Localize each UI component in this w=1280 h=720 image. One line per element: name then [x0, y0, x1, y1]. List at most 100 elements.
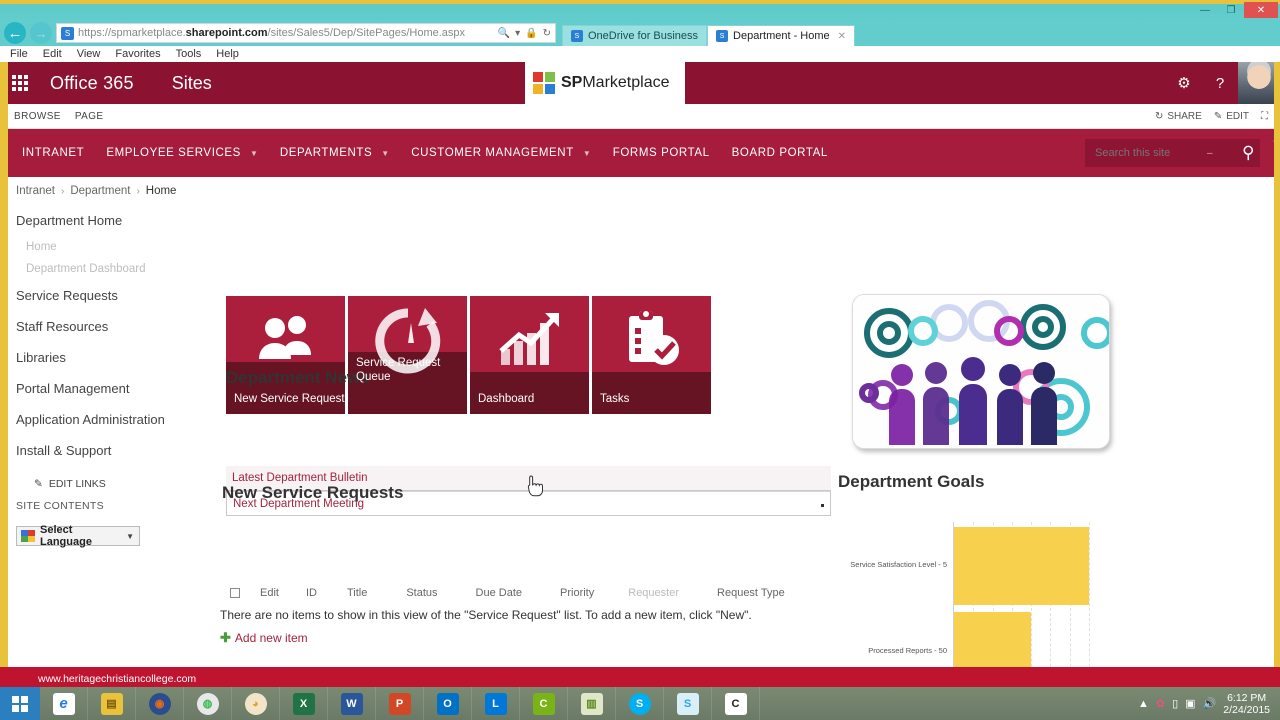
tile-service-request-queue[interactable]: Service Request Queue: [348, 296, 467, 414]
tile-tasks[interactable]: Tasks: [592, 296, 711, 414]
restore-button[interactable]: ❐: [1218, 2, 1244, 18]
taskbar-app-internet-explorer[interactable]: e: [40, 687, 88, 720]
menu-edit[interactable]: Edit: [43, 48, 62, 60]
menu-favorites[interactable]: Favorites: [115, 48, 160, 60]
forward-icon[interactable]: →: [30, 22, 52, 44]
windows-taskbar: e ▤ ◉ ◍ ◕ X W P O L C ▥ S S C ▲ ✿ ▯ ▣ 🔊 …: [0, 687, 1280, 720]
menu-file[interactable]: File: [10, 48, 28, 60]
nav-item-departments[interactable]: DEPARTMENTS: [280, 147, 372, 159]
search-icon[interactable]: ⚲: [1242, 143, 1254, 163]
pinwheel-icon: [533, 72, 555, 94]
edit-links-button[interactable]: ✎ EDIT LINKS: [8, 466, 213, 494]
chevron-down-icon[interactable]: ▼: [126, 532, 134, 541]
share-button[interactable]: ↻ SHARE: [1155, 111, 1202, 122]
column-edit[interactable]: Edit: [260, 587, 279, 599]
url-bar[interactable]: S https://spmarketplace.sharepoint.com/s…: [56, 23, 556, 43]
tab-close-icon[interactable]: ✕: [838, 31, 846, 42]
minimize-button[interactable]: —: [1192, 2, 1218, 18]
sidebar-item-install-support[interactable]: Install & Support: [8, 435, 213, 466]
taskbar-app-firefox[interactable]: ◉: [136, 687, 184, 720]
chevron-down-icon[interactable]: ▼: [583, 149, 591, 158]
sidebar-item-portal-management[interactable]: Portal Management: [8, 373, 213, 404]
column-status[interactable]: Status: [406, 587, 437, 599]
menu-help[interactable]: Help: [216, 48, 239, 60]
column-title[interactable]: Title: [347, 587, 367, 599]
taskbar-app-skype[interactable]: S: [616, 687, 664, 720]
search-input[interactable]: [1085, 147, 1205, 159]
tile-new-service-request[interactable]: New Service Request: [226, 296, 345, 414]
close-button[interactable]: ✕: [1244, 2, 1278, 18]
tile-dashboard[interactable]: Dashboard: [470, 296, 589, 414]
column-request-type[interactable]: Request Type: [717, 587, 785, 599]
office365-brand[interactable]: Office 365: [50, 73, 134, 94]
taskbar-app-camtasia-studio[interactable]: C: [712, 687, 760, 720]
breadcrumb-item-intranet[interactable]: Intranet: [16, 185, 55, 197]
sidebar-item-home[interactable]: Home: [8, 236, 213, 258]
breadcrumb-item-department[interactable]: Department: [70, 185, 130, 197]
sidebar-item-application-administration[interactable]: Application Administration: [8, 404, 213, 435]
taskbar-app-powerpoint[interactable]: P: [376, 687, 424, 720]
sites-link[interactable]: Sites: [172, 73, 212, 94]
sidebar-item-department-dashboard[interactable]: Department Dashboard: [8, 258, 213, 280]
pencil-icon: ✎: [1213, 110, 1223, 122]
add-new-item-button[interactable]: ✚ Add new item: [220, 630, 840, 646]
breadcrumb-item-home: Home: [145, 185, 177, 197]
menu-tools[interactable]: Tools: [176, 48, 202, 60]
taskbar-app-word[interactable]: W: [328, 687, 376, 720]
browser-tab-onedrive[interactable]: S OneDrive for Business: [562, 25, 708, 46]
taskbar-app-lync[interactable]: L: [472, 687, 520, 720]
taskbar-clock[interactable]: 6:12 PM 2/24/2015: [1223, 692, 1274, 716]
tray-device-icon[interactable]: ▯: [1172, 697, 1178, 710]
sidebar-item-staff-resources[interactable]: Staff Resources: [8, 311, 213, 342]
focus-on-content-icon[interactable]: ⛶: [1261, 111, 1268, 122]
site-search[interactable]: – ⚲: [1085, 139, 1260, 167]
sidebar-item-libraries[interactable]: Libraries: [8, 342, 213, 373]
taskbar-app-chrome[interactable]: ◍: [184, 687, 232, 720]
select-all-checkbox[interactable]: [230, 588, 240, 598]
sp-marketplace-logo: SPMarketplace: [525, 62, 685, 104]
chevron-down-icon[interactable]: ▾: [515, 28, 520, 39]
column-priority[interactable]: Priority: [560, 587, 594, 599]
menu-view[interactable]: View: [77, 48, 101, 60]
tab-page[interactable]: PAGE: [75, 111, 104, 122]
search-icon[interactable]: 🔍: [498, 28, 510, 39]
top-navigation: INTRANET EMPLOYEE SERVICES ▼ DEPARTMENTS…: [0, 129, 1280, 177]
chevron-down-icon[interactable]: ▼: [381, 149, 389, 158]
edit-button[interactable]: ✎ EDIT: [1214, 111, 1249, 122]
site-contents-link[interactable]: SITE CONTENTS: [8, 494, 213, 518]
column-due-date[interactable]: Due Date: [476, 587, 522, 599]
chevron-down-icon[interactable]: ▼: [250, 149, 258, 158]
nav-item-intranet[interactable]: INTRANET: [22, 147, 84, 159]
taskbar-app-camtasia[interactable]: C: [520, 687, 568, 720]
back-icon[interactable]: ←: [4, 22, 26, 44]
logo-text-a: SP: [561, 74, 583, 91]
nav-item-employee-services[interactable]: EMPLOYEE SERVICES: [106, 147, 241, 159]
tray-flower-icon[interactable]: ✿: [1156, 697, 1165, 710]
language-selector[interactable]: Select Language ▼: [16, 524, 140, 548]
sidebar-item-department-home[interactable]: Department Home: [8, 205, 213, 236]
taskbar-app-snagit[interactable]: S: [664, 687, 712, 720]
tab-browse[interactable]: BROWSE: [14, 111, 61, 122]
show-hidden-icons-icon[interactable]: ▲: [1138, 698, 1149, 710]
taskbar-app-excel[interactable]: X: [280, 687, 328, 720]
column-id[interactable]: ID: [306, 587, 317, 599]
clipboard-check-icon: [592, 302, 711, 376]
gear-icon[interactable]: ⚙: [1166, 62, 1202, 104]
nav-item-customer-management[interactable]: CUSTOMER MANAGEMENT: [411, 147, 574, 159]
taskbar-app-snagit-editor[interactable]: ▥: [568, 687, 616, 720]
tab-favicon: S: [571, 30, 583, 42]
nav-item-board-portal[interactable]: BOARD PORTAL: [732, 147, 828, 159]
volume-icon[interactable]: 🔊: [1203, 697, 1217, 710]
tray-network-icon[interactable]: ▣: [1185, 697, 1195, 710]
taskbar-app-file-explorer[interactable]: ▤: [88, 687, 136, 720]
taskbar-app-outlook[interactable]: O: [424, 687, 472, 720]
start-button[interactable]: [0, 687, 40, 720]
column-requester[interactable]: Requester: [628, 587, 679, 599]
nav-item-forms-portal[interactable]: FORMS PORTAL: [613, 147, 710, 159]
refresh-icon[interactable]: ↻: [543, 28, 551, 39]
help-icon[interactable]: ?: [1202, 62, 1238, 104]
footer-url[interactable]: www.heritagechristiancollege.com: [38, 673, 196, 685]
browser-tab-department-home[interactable]: S Department - Home ✕: [707, 25, 856, 46]
taskbar-app-paint[interactable]: ◕: [232, 687, 280, 720]
sidebar-item-service-requests[interactable]: Service Requests: [8, 280, 213, 311]
